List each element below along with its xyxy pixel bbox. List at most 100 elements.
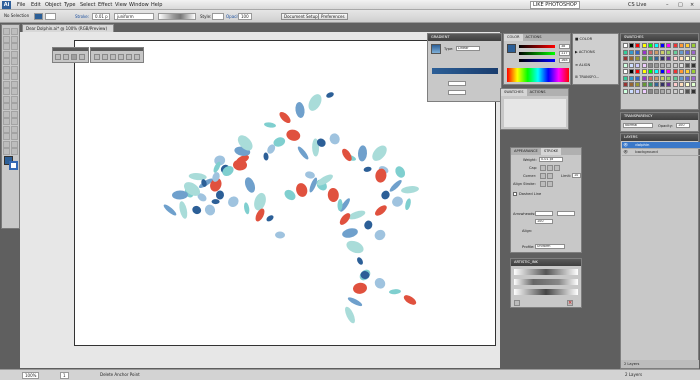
miter-join-icon[interactable] [540,173,546,179]
tool-button-icon[interactable] [11,95,18,103]
tab-appearance[interactable]: APPEARANCE [511,148,541,155]
tool-button-icon[interactable] [11,140,18,148]
align-center-icon[interactable] [540,181,546,187]
color-swatch[interactable] [660,62,666,68]
color-swatch[interactable] [678,75,684,81]
tool-button-icon[interactable] [11,43,18,50]
color-swatch[interactable] [672,49,678,55]
color-swatch[interactable] [685,56,690,61]
color-swatch[interactable] [691,62,697,68]
tab-actions-2[interactable]: ACTIONS [527,89,549,96]
dashed-line-checkbox[interactable] [513,192,517,196]
color-swatch[interactable] [654,62,659,68]
tool-button-icon[interactable] [11,35,18,43]
color-swatch[interactable] [666,43,672,48]
tool-button-icon[interactable] [11,110,18,118]
color-swatch[interactable] [685,49,690,55]
color-swatch[interactable] [641,49,647,55]
color-swatch[interactable] [623,75,628,81]
color-fill-icon[interactable] [507,44,516,53]
color-swatch[interactable] [660,43,666,48]
color-swatch[interactable] [678,49,684,55]
close-icon[interactable]: × [690,2,694,8]
tool-button-icon[interactable] [11,125,18,133]
tool-button-icon[interactable] [3,43,10,50]
color-swatch[interactable] [629,69,635,74]
color-swatch[interactable] [660,88,666,94]
weight-field[interactable]: 0.01 pt [539,157,563,162]
color-swatch[interactable] [691,75,697,81]
tool-button-icon[interactable] [3,73,10,80]
green-value[interactable]: 117 [559,51,570,56]
color-swatch[interactable] [641,43,647,48]
dolphin-artwork[interactable] [150,85,450,345]
tab-actions[interactable]: ACTIONS [523,34,545,41]
color-swatch[interactable] [691,43,697,48]
color-swatch[interactable] [623,62,628,68]
tab-stroke[interactable]: STROKE [540,148,562,155]
color-swatch[interactable] [641,56,647,61]
color-swatch[interactable] [672,75,678,81]
tool-button-icon[interactable] [3,80,10,88]
color-swatch[interactable] [678,43,684,48]
tool-button-icon[interactable] [3,35,10,43]
gradient-location-field[interactable] [448,90,466,95]
butt-cap-icon[interactable] [540,165,546,171]
stroke-weight-field[interactable]: 0.01 p [92,13,110,20]
tool-button-icon[interactable] [3,28,10,35]
arrow-scale-start[interactable]: 100 [535,219,553,224]
arrowhead-start[interactable] [535,211,553,216]
tool-button-icon[interactable] [3,110,10,118]
brush-stroke-1[interactable] [514,269,578,275]
dock-color[interactable]: ■ COLOR [575,37,592,41]
menu-type[interactable]: Type [64,2,75,8]
color-swatch[interactable] [654,75,659,81]
color-swatch[interactable] [666,88,672,94]
graphic-style-picker[interactable] [212,13,224,20]
add-anchor-icon[interactable] [63,54,69,60]
tool-button-icon[interactable] [11,133,18,140]
color-swatch[interactable] [666,75,672,81]
color-swatch[interactable] [666,49,672,55]
color-swatch[interactable] [672,43,678,48]
color-swatch[interactable] [654,49,659,55]
tool-button-icon[interactable] [3,133,10,140]
color-swatch[interactable] [691,56,697,61]
arrowhead-end[interactable] [557,211,575,216]
tool-button-icon[interactable] [3,50,10,58]
transparency-opacity-field[interactable]: 100 [676,123,690,128]
tool-button-icon[interactable] [3,140,10,148]
ellipse-tool-icon[interactable] [118,54,124,60]
layer-row-background[interactable]: 👁 background [622,149,700,156]
color-swatch[interactable] [623,56,628,61]
color-swatch[interactable] [623,82,628,87]
color-swatch[interactable] [691,49,697,55]
star-tool-icon[interactable] [134,54,140,60]
green-slider[interactable] [519,52,555,55]
brush-library-icon[interactable] [514,300,520,306]
gradient-slider[interactable] [432,68,498,74]
color-swatch[interactable] [654,43,659,48]
tab-color[interactable]: COLOR [504,34,523,41]
color-swatch[interactable] [635,82,641,87]
tool-button-icon[interactable] [11,118,18,125]
stroke-color-swatch[interactable] [45,13,56,20]
tool-button-icon[interactable] [3,95,10,103]
gradient-preview[interactable] [431,44,441,54]
tab-swatches[interactable]: SWATCHES [501,89,527,96]
dock-align[interactable]: ≡ ALIGN [575,63,590,67]
tool-button-icon[interactable] [11,73,18,80]
color-swatch[interactable] [635,75,641,81]
color-swatch[interactable] [654,82,659,87]
blue-slider[interactable] [519,59,555,62]
color-swatch[interactable] [629,82,635,87]
color-swatch[interactable] [647,62,653,68]
profile-select[interactable]: Uniform [535,244,565,249]
square-cap-icon[interactable] [554,165,560,171]
color-swatch[interactable] [629,56,635,61]
pen-tool-icon[interactable] [55,54,61,60]
delete-anchor-icon[interactable] [71,54,77,60]
document-tab[interactable]: Dear Dolphin.ai* @ 100% (RGB/Preview) [22,24,114,32]
fill-color-swatch[interactable] [34,13,43,20]
color-swatch[interactable] [678,56,684,61]
